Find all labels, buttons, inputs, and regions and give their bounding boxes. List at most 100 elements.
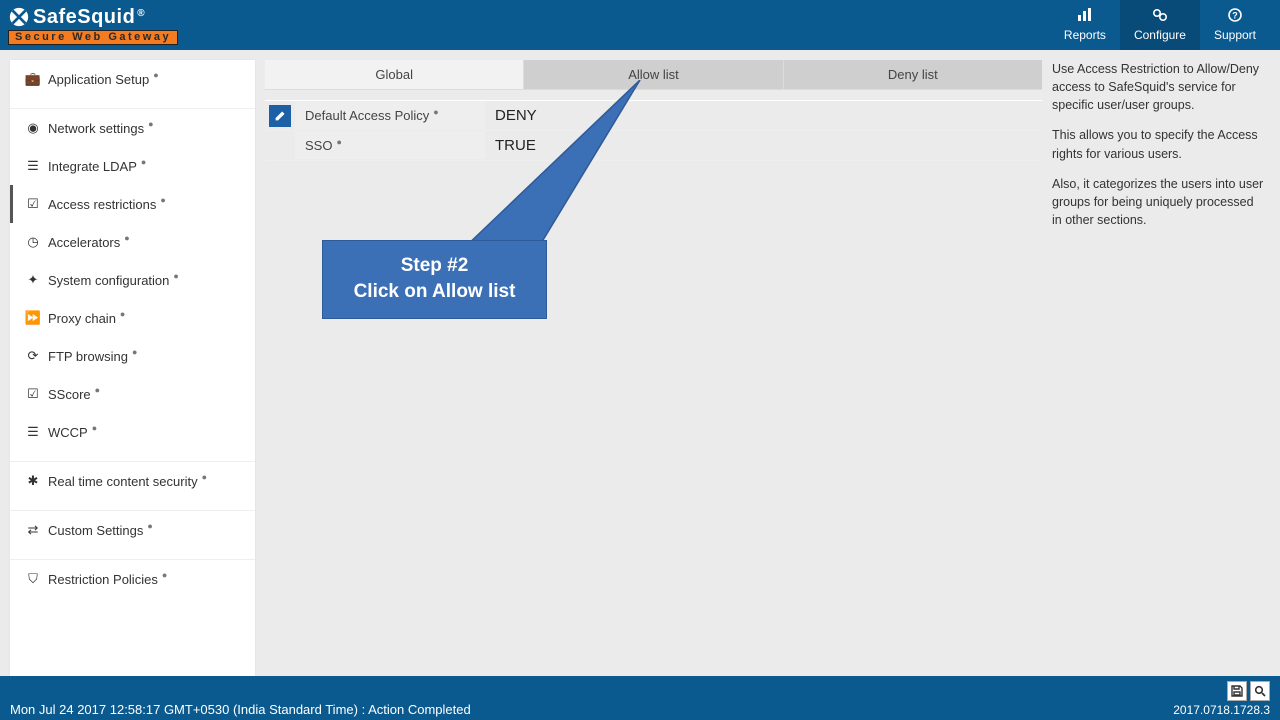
info-icon: ● (153, 70, 158, 80)
footer-status: Mon Jul 24 2017 12:58:17 GMT+0530 (India… (10, 702, 471, 717)
tab-deny-list[interactable]: Deny list (784, 60, 1042, 89)
sidebar-item-label: Real time content security (48, 474, 198, 489)
nav-configure[interactable]: Configure (1120, 0, 1200, 50)
info-icon: ● (173, 271, 178, 281)
sidebar-item-sscore[interactable]: ☑ SScore ● (10, 375, 255, 413)
app-header: SafeSquid ® Secure Web Gateway Reports C… (0, 0, 1280, 50)
help-panel: Use Access Restriction to Allow/Deny acc… (1052, 60, 1270, 676)
sidebar-item-access-restrictions[interactable]: ☑ Access restrictions ● (10, 185, 255, 223)
footer: Mon Jul 24 2017 12:58:17 GMT+0530 (India… (0, 676, 1280, 720)
help-text: Use Access Restriction to Allow/Deny acc… (1052, 60, 1264, 114)
sidebar-item-label: Network settings (48, 121, 144, 136)
bars-icon: ☰ (24, 424, 42, 440)
nav-reports[interactable]: Reports (1050, 0, 1120, 50)
info-icon: ● (160, 195, 165, 205)
sidebar-item-label: Accelerators (48, 235, 120, 250)
nav-label: Configure (1134, 28, 1186, 42)
sidebar-item-wccp[interactable]: ☰ WCCP ● (10, 413, 255, 451)
policy-value: DENY (485, 101, 1042, 130)
info-icon: ● (141, 157, 146, 167)
bars-icon: ☰ (24, 158, 42, 174)
info-icon: ● (202, 472, 207, 482)
info-icon: ● (336, 137, 341, 147)
policy-key-label: SSO (305, 138, 332, 153)
main-panel: Global Allow list Deny list Default Acce… (265, 60, 1042, 676)
brand-name-text: SafeSquid (33, 7, 135, 27)
sidebar-item-label: Access restrictions (48, 197, 156, 212)
body-layout: 💼 Application Setup ● ◉ Network settings… (0, 50, 1280, 676)
help-text: This allows you to specify the Access ri… (1052, 126, 1264, 162)
info-icon: ● (95, 385, 100, 395)
policy-row: SSO ● TRUE (265, 131, 1042, 161)
chart-icon (1077, 8, 1093, 26)
tab-allow-list[interactable]: Allow list (524, 60, 783, 89)
save-button[interactable] (1227, 681, 1247, 701)
sidebar-item-proxy-chain[interactable]: ⏩ Proxy chain ● (10, 299, 255, 337)
cogs-icon (1152, 8, 1168, 26)
policy-row: Default Access Policy ● DENY (265, 100, 1042, 131)
sidebar-item-label: Restriction Policies (48, 572, 158, 587)
check-icon: ☑ (24, 196, 42, 212)
sidebar-item-restriction-policies[interactable]: ⛉ Restriction Policies ● (10, 559, 255, 598)
nav-support[interactable]: ? Support (1200, 0, 1270, 50)
tab-global[interactable]: Global (265, 60, 524, 89)
sidebar-item-label: System configuration (48, 273, 169, 288)
info-icon: ● (120, 309, 125, 319)
sidebar-item-accelerators[interactable]: ◷ Accelerators ● (10, 223, 255, 261)
policy-key: SSO ● (295, 132, 485, 159)
search-button[interactable] (1250, 681, 1270, 701)
footer-version: 2017.0718.1728.3 (1173, 703, 1270, 717)
sidebar-item-label: Application Setup (48, 72, 149, 87)
refresh-icon: ⟳ (24, 348, 42, 364)
svg-text:?: ? (1232, 11, 1238, 21)
info-icon: ● (132, 347, 137, 357)
policy-table: Default Access Policy ● DENY SSO ● TRUE (265, 100, 1042, 161)
sidebar-item-label: Custom Settings (48, 523, 143, 538)
tab-label: Global (375, 67, 413, 82)
check-icon: ☑ (24, 386, 42, 402)
policy-key: Default Access Policy ● (295, 102, 485, 129)
tab-label: Deny list (888, 67, 938, 82)
sidebar: 💼 Application Setup ● ◉ Network settings… (10, 60, 255, 676)
brand-name: SafeSquid ® (33, 7, 145, 27)
sliders-icon: ⇄ (24, 522, 42, 538)
tab-label: Allow list (628, 67, 679, 82)
policy-value: TRUE (485, 131, 1042, 160)
puzzle-icon: ✦ (24, 272, 42, 288)
header-nav: Reports Configure ? Support (1050, 0, 1270, 50)
forward-icon: ⏩ (24, 310, 42, 326)
info-icon: ● (148, 119, 153, 129)
brand-registered: ® (137, 9, 145, 19)
shield-icon: ⛉ (24, 571, 42, 587)
briefcase-icon: 💼 (24, 71, 42, 87)
bug-icon: ✱ (24, 473, 42, 489)
sidebar-item-network-settings[interactable]: ◉ Network settings ● (10, 108, 255, 147)
info-icon: ● (162, 570, 167, 580)
info-icon: ● (124, 233, 129, 243)
sidebar-item-label: WCCP (48, 425, 88, 440)
nav-label: Reports (1064, 28, 1106, 42)
tabs: Global Allow list Deny list (265, 60, 1042, 90)
sidebar-item-integrate-ldap[interactable]: ☰ Integrate LDAP ● (10, 147, 255, 185)
info-icon: ● (147, 521, 152, 531)
nav-label: Support (1214, 28, 1256, 42)
edit-button[interactable] (269, 105, 291, 127)
sidebar-item-label: FTP browsing (48, 349, 128, 364)
sidebar-item-custom-settings[interactable]: ⇄ Custom Settings ● (10, 510, 255, 549)
brand-tagline: Secure Web Gateway (8, 30, 178, 45)
globe-icon: ◉ (24, 120, 42, 136)
sidebar-item-real-time-content-security[interactable]: ✱ Real time content security ● (10, 461, 255, 500)
info-icon: ● (433, 107, 438, 117)
sidebar-item-label: SScore (48, 387, 91, 402)
info-icon: ● (92, 423, 97, 433)
sidebar-item-label: Proxy chain (48, 311, 116, 326)
sidebar-item-application-setup[interactable]: 💼 Application Setup ● (10, 60, 255, 98)
gauge-icon: ◷ (24, 234, 42, 250)
help-text: Also, it categorizes the users into user… (1052, 175, 1264, 229)
brand-block: SafeSquid ® Secure Web Gateway (8, 6, 178, 45)
brand-logo-icon (8, 6, 30, 28)
sidebar-item-system-configuration[interactable]: ✦ System configuration ● (10, 261, 255, 299)
help-icon: ? (1228, 8, 1242, 26)
sidebar-item-ftp-browsing[interactable]: ⟳ FTP browsing ● (10, 337, 255, 375)
sidebar-item-label: Integrate LDAP (48, 159, 137, 174)
